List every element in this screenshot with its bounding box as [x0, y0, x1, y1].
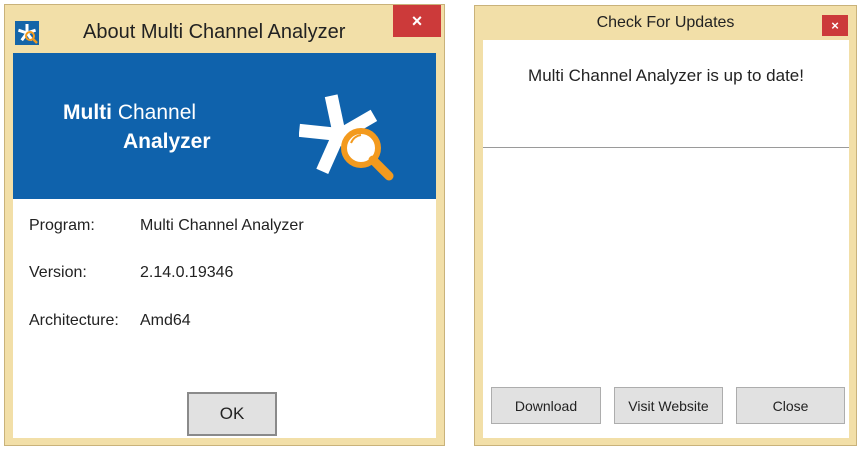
- product-banner: Multi Channel Analyzer: [13, 53, 436, 199]
- about-dialog: About Multi Channel Analyzer × Multi Cha…: [4, 4, 445, 446]
- product-name-bold: Multi: [63, 101, 112, 124]
- check-updates-dialog: Check For Updates × Multi Channel Analyz…: [474, 5, 857, 446]
- close-icon: ×: [831, 18, 839, 33]
- updates-content: Multi Channel Analyzer is up to date! Do…: [483, 40, 849, 438]
- about-window-title: About Multi Channel Analyzer: [83, 21, 346, 43]
- updates-title-bar[interactable]: Check For Updates ×: [475, 6, 856, 36]
- about-close-button[interactable]: ×: [393, 5, 441, 37]
- product-name-line2: Analyzer: [123, 130, 211, 153]
- product-name-line1: Multi Channel: [63, 101, 196, 125]
- program-value: Multi Channel Analyzer: [140, 217, 304, 234]
- architecture-label: Architecture:: [29, 312, 119, 329]
- version-value: 2.14.0.19346: [140, 264, 234, 281]
- about-content: Multi Channel Analyzer Program: Multi Ch…: [13, 53, 436, 438]
- update-status-message: Multi Channel Analyzer is up to date!: [528, 66, 804, 85]
- ok-button[interactable]: OK: [187, 392, 277, 436]
- about-title-bar[interactable]: About Multi Channel Analyzer ×: [5, 5, 444, 51]
- asterisk-magnifier-icon: [298, 93, 399, 181]
- visit-website-button[interactable]: Visit Website: [614, 387, 723, 424]
- close-icon: ×: [411, 10, 423, 31]
- program-label: Program:: [29, 217, 95, 234]
- updates-close-button[interactable]: ×: [822, 15, 848, 36]
- separator: [483, 147, 849, 148]
- download-button[interactable]: Download: [491, 387, 601, 424]
- product-name-regular: Channel: [117, 101, 197, 124]
- version-label: Version:: [29, 264, 87, 281]
- architecture-value: Amd64: [140, 312, 191, 329]
- updates-window-title: Check For Updates: [596, 14, 735, 31]
- close-button[interactable]: Close: [736, 387, 845, 424]
- app-logo-icon: [15, 21, 39, 45]
